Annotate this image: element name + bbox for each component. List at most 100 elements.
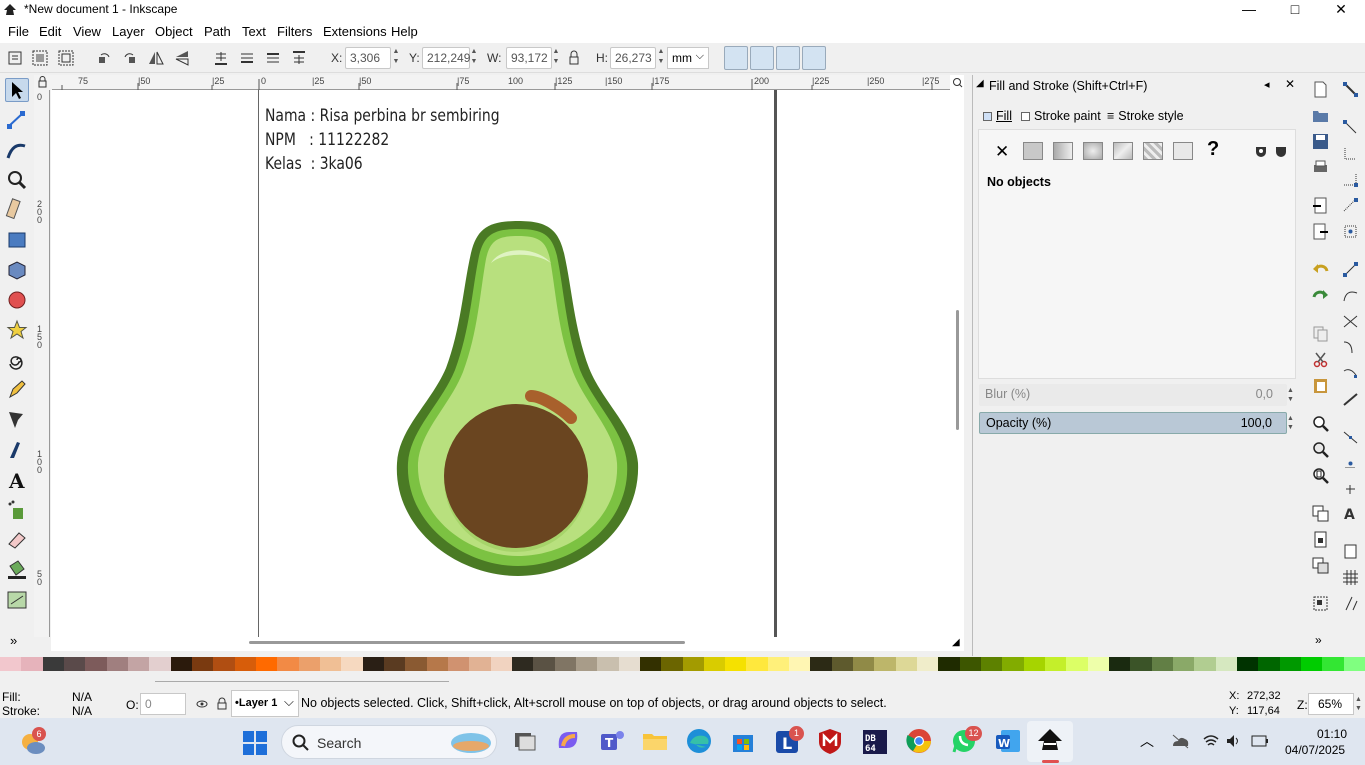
snap-text-baseline-icon[interactable]: A (1342, 505, 1359, 522)
unit-select[interactable]: mm ⌵ (667, 47, 709, 69)
palette-swatch[interactable] (149, 657, 171, 671)
export-icon[interactable] (1312, 223, 1329, 240)
vertical-scroll-thumb[interactable] (956, 310, 959, 430)
palette-swatch[interactable] (767, 657, 790, 671)
color-palette[interactable] (0, 656, 1365, 672)
snap-bbox-corner-icon[interactable] (1342, 171, 1359, 188)
palette-swatch[interactable] (1237, 657, 1259, 671)
palette-swatch[interactable] (42, 657, 64, 671)
rotate-ccw-icon[interactable] (95, 49, 113, 67)
eraser-tool-icon[interactable] (5, 528, 29, 552)
snap-smooth-icon[interactable] (1342, 365, 1359, 382)
flat-color-button[interactable] (1023, 142, 1043, 160)
palette-swatch[interactable] (703, 657, 726, 671)
move-patterns-button[interactable] (802, 46, 826, 70)
palette-swatch[interactable] (1087, 657, 1110, 671)
palette-swatch[interactable] (469, 657, 491, 671)
h-input[interactable]: 26,273 (610, 47, 656, 69)
doc-text-class[interactable]: Kelas : 3ka06 (265, 154, 363, 174)
palette-swatch[interactable] (746, 657, 768, 671)
duplicate-icon[interactable] (1312, 505, 1329, 522)
radial-gradient-button[interactable] (1083, 142, 1103, 160)
zoom-tool-icon[interactable] (5, 168, 29, 192)
open-file-icon[interactable] (1312, 107, 1329, 124)
snap-bbox-midpoint-icon[interactable] (1342, 197, 1359, 214)
horizontal-scrollbar[interactable] (51, 637, 950, 651)
palette-swatch[interactable] (533, 657, 555, 671)
zoom-selection-icon[interactable] (1312, 415, 1329, 432)
menu-layer[interactable]: Layer (112, 24, 145, 39)
palette-swatch[interactable] (1215, 657, 1238, 671)
select-all-layers-icon[interactable] (31, 49, 49, 67)
star-tool-icon[interactable] (5, 318, 29, 342)
menu-object[interactable]: Object (155, 24, 193, 39)
tweak-tool-icon[interactable] (5, 138, 29, 162)
ellipse-tool-icon[interactable] (5, 288, 29, 312)
palette-swatch[interactable] (405, 657, 427, 671)
snap-bbox-edge-icon[interactable] (1342, 145, 1359, 162)
clone-icon[interactable] (1312, 531, 1329, 548)
stroke-indicator[interactable]: N/A (72, 704, 92, 718)
palette-swatch[interactable] (1258, 657, 1280, 671)
palette-swatch[interactable] (917, 657, 939, 671)
rectangle-tool-icon[interactable] (5, 228, 29, 252)
lower-to-bottom-icon[interactable] (212, 49, 230, 67)
tab-stroke-paint[interactable]: Stroke paint (1021, 109, 1101, 129)
palette-swatch[interactable] (426, 657, 448, 671)
palette-swatch[interactable] (575, 657, 598, 671)
x-input[interactable]: 3,306 (345, 47, 391, 69)
snap-rotation-center-icon[interactable] (1342, 481, 1359, 498)
palette-swatch[interactable] (1322, 657, 1344, 671)
palette-swatch[interactable] (341, 657, 363, 671)
selector-tool[interactable] (5, 78, 29, 102)
palette-swatch[interactable] (1151, 657, 1174, 671)
palette-swatch[interactable] (277, 657, 299, 671)
copy-icon[interactable] (1312, 325, 1329, 342)
onedrive-icon[interactable] (1171, 733, 1189, 749)
y-spin-arrows[interactable]: ▲ ▼ (469, 47, 479, 69)
menu-file[interactable]: File (8, 24, 29, 39)
fill-rule-evenodd-icon[interactable] (1255, 146, 1267, 158)
import-icon[interactable] (1312, 197, 1329, 214)
paint-bucket-tool-icon[interactable] (5, 558, 29, 582)
fill-indicator[interactable]: N/A (72, 690, 92, 704)
zoom-drawing-icon[interactable] (1312, 441, 1329, 458)
palette-swatch[interactable] (661, 657, 683, 671)
palette-swatch[interactable] (319, 657, 342, 671)
zoom-correction-icon[interactable] (952, 77, 963, 88)
opacity-spin-arrows[interactable]: ▲ ▼ (1287, 414, 1294, 432)
measure-tool-icon[interactable] (5, 198, 29, 222)
palette-swatch[interactable] (362, 657, 384, 671)
palette-swatch[interactable] (597, 657, 619, 671)
pen-tool-icon[interactable] (5, 408, 29, 432)
tab-fill[interactable]: Fill (983, 109, 1012, 129)
palette-swatch[interactable] (1279, 657, 1302, 671)
palette-swatch[interactable] (1301, 657, 1323, 671)
mesh-gradient-button[interactable] (1113, 142, 1133, 160)
palette-swatch[interactable] (1109, 657, 1131, 671)
scale-stroke-button[interactable] (724, 46, 748, 70)
layer-select[interactable]: •Layer 1 ⌵ (231, 690, 299, 717)
print-icon[interactable] (1312, 159, 1329, 176)
palette-swatch[interactable] (106, 657, 128, 671)
no-paint-icon[interactable]: ✕ (995, 142, 1009, 162)
palette-swatch[interactable] (831, 657, 854, 671)
palette-swatch[interactable] (874, 657, 896, 671)
palette-swatch[interactable] (1045, 657, 1067, 671)
palette-swatch[interactable] (511, 657, 534, 671)
blur-spin-arrows[interactable]: ▲ ▼ (1287, 386, 1294, 404)
lock-icon[interactable] (567, 49, 581, 67)
chevron-up-icon[interactable]: ︿ (1140, 731, 1154, 751)
snap-cusp-icon[interactable] (1342, 339, 1359, 356)
spray-tool-icon[interactable] (5, 498, 29, 522)
palette-swatch[interactable] (725, 657, 747, 671)
opacity-input[interactable]: 0 (140, 693, 186, 715)
palette-swatch[interactable] (0, 657, 22, 671)
horizontal-scroll-thumb[interactable] (249, 641, 685, 644)
palette-swatch[interactable] (1194, 657, 1216, 671)
snap-grid-icon[interactable] (1342, 569, 1359, 586)
doc-text-npm[interactable]: NPM : 11122282 (265, 130, 389, 150)
palette-swatch[interactable] (618, 657, 640, 671)
palette-swatch[interactable] (1173, 657, 1195, 671)
snap-page-border-icon[interactable] (1342, 543, 1359, 560)
